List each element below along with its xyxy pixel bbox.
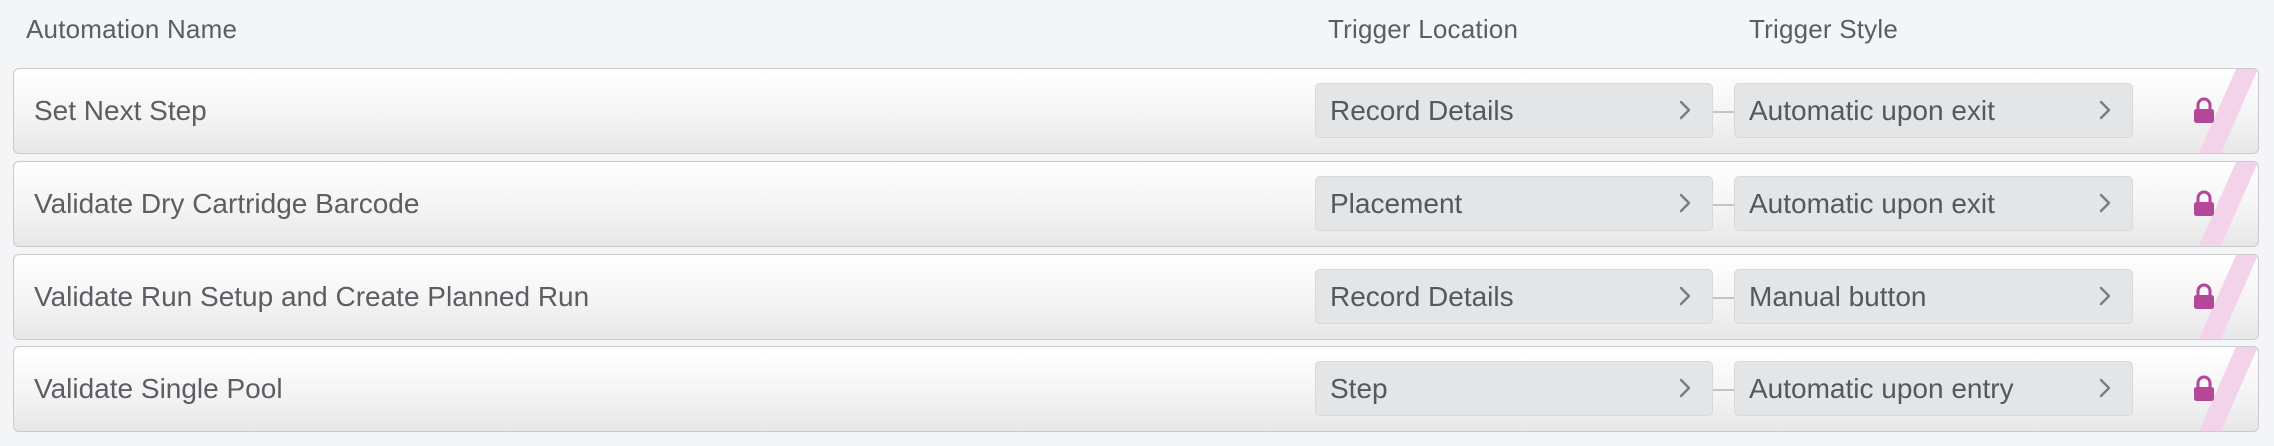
- trigger-location-select[interactable]: Step: [1315, 361, 1713, 416]
- pill-connector: [1713, 389, 1734, 391]
- pill-connector: [1713, 111, 1734, 113]
- automation-name: Validate Run Setup and Create Planned Ru…: [34, 281, 590, 312]
- trigger-location-select[interactable]: Record Details: [1315, 269, 1713, 324]
- trigger-style-value: Automatic upon exit: [1749, 187, 1995, 219]
- column-header-automation-name[interactable]: Automation Name: [26, 14, 237, 45]
- pill-connector: [1713, 297, 1734, 299]
- trigger-style-value: Automatic upon entry: [1749, 372, 2014, 404]
- trigger-location-select[interactable]: Record Details: [1315, 83, 1713, 138]
- trigger-style-select[interactable]: Automatic upon exit: [1734, 176, 2133, 231]
- automation-name: Validate Single Pool: [34, 373, 283, 404]
- chevron-right-icon: [2099, 193, 2111, 213]
- column-header-trigger-location[interactable]: Trigger Location: [1328, 14, 1518, 45]
- lock-icon: [2194, 190, 2214, 216]
- trigger-style-value: Manual button: [1749, 280, 1927, 312]
- automation-name: Set Next Step: [34, 95, 207, 126]
- locked-indicator: [2148, 69, 2258, 153]
- table-header: Automation Name Trigger Location Trigger…: [0, 0, 2274, 60]
- automation-row[interactable]: Validate Dry Cartridge Barcode Placement…: [13, 161, 2259, 247]
- trigger-location-value: Record Details: [1330, 280, 1514, 312]
- trigger-style-select[interactable]: Automatic upon entry: [1734, 361, 2133, 416]
- lock-icon: [2194, 283, 2214, 309]
- trigger-style-select[interactable]: Manual button: [1734, 269, 2133, 324]
- chevron-right-icon: [1679, 286, 1691, 306]
- chevron-right-icon: [2099, 378, 2111, 398]
- lock-icon: [2194, 375, 2214, 401]
- locked-indicator: [2148, 162, 2258, 246]
- chevron-right-icon: [2099, 286, 2111, 306]
- chevron-right-icon: [1679, 193, 1691, 213]
- column-header-trigger-style[interactable]: Trigger Style: [1749, 14, 1898, 45]
- trigger-style-select[interactable]: Automatic upon exit: [1734, 83, 2133, 138]
- locked-indicator: [2148, 255, 2258, 339]
- trigger-location-value: Placement: [1330, 187, 1463, 219]
- chevron-right-icon: [1679, 100, 1691, 120]
- trigger-location-select[interactable]: Placement: [1315, 176, 1713, 231]
- chevron-right-icon: [1679, 378, 1691, 398]
- automation-row[interactable]: Validate Single Pool Step Automatic upon…: [13, 346, 2259, 432]
- locked-indicator: [2148, 347, 2258, 431]
- lock-icon: [2194, 97, 2214, 123]
- trigger-location-value: Step: [1330, 372, 1388, 404]
- pill-connector: [1713, 204, 1734, 206]
- automation-row[interactable]: Set Next Step Record Details Automatic u…: [13, 68, 2259, 154]
- trigger-style-value: Automatic upon exit: [1749, 94, 1995, 126]
- automation-name: Validate Dry Cartridge Barcode: [34, 188, 420, 219]
- trigger-location-value: Record Details: [1330, 94, 1514, 126]
- automation-row[interactable]: Validate Run Setup and Create Planned Ru…: [13, 254, 2259, 340]
- chevron-right-icon: [2099, 100, 2111, 120]
